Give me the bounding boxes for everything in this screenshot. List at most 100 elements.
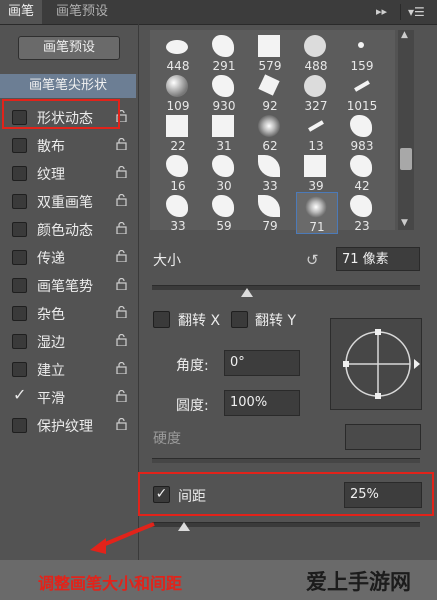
brush-tip-cell[interactable]: 33 — [250, 152, 290, 193]
lock-icon[interactable] — [116, 361, 127, 375]
brush-tip-cell[interactable]: 159 — [342, 32, 382, 73]
brush-tip-cell[interactable]: 109 — [158, 72, 198, 113]
flip-x-checkbox[interactable] — [153, 311, 170, 328]
option-row[interactable]: 颜色动态 — [0, 216, 136, 242]
brush-tip-cell[interactable]: 30 — [204, 152, 244, 193]
brush-tip-cell[interactable]: 62 — [250, 112, 290, 153]
brush-size-label: 33 — [170, 219, 186, 233]
brush-tip-grid: 448 291 579 488 159 109 930 92 327 1015 22 31 62 13 98… — [150, 30, 395, 234]
reset-icon[interactable]: ↺ — [306, 251, 319, 269]
brush-tip-cell[interactable]: 79 — [250, 192, 290, 233]
brush-tip-preview — [304, 75, 326, 97]
tab-divider — [400, 4, 401, 20]
brush-tip-cell[interactable]: 39 — [296, 152, 336, 193]
option-row[interactable]: 散布 — [0, 132, 136, 158]
lock-icon[interactable] — [116, 333, 127, 347]
option-label: 散布 — [37, 139, 65, 155]
brush-presets-button[interactable]: 画笔预设 — [18, 36, 120, 60]
brush-tip-cell[interactable]: 327 — [296, 72, 336, 113]
scroll-up-icon[interactable]: ▲ — [401, 30, 408, 40]
spacing-slider-track[interactable] — [152, 522, 420, 527]
brush-tip-cell[interactable]: 33 — [158, 192, 198, 233]
lock-icon[interactable] — [116, 389, 127, 403]
brush-tip-cell[interactable]: 31 — [204, 112, 244, 153]
brush-size-label: 448 — [166, 59, 190, 73]
option-row[interactable]: 保护纹理 — [0, 412, 136, 438]
brush-tip-preview — [212, 115, 234, 137]
brush-tip-cell[interactable]: 930 — [204, 72, 244, 113]
brush-tip-preview — [258, 35, 280, 57]
option-checkbox[interactable] — [12, 306, 27, 321]
double-chevron-right-icon[interactable]: ▸▸ — [376, 0, 387, 24]
brush-size-label: 30 — [216, 179, 232, 193]
lock-icon[interactable] — [116, 277, 127, 291]
brush-size-label: 16 — [170, 179, 186, 193]
lock-icon[interactable] — [116, 305, 127, 319]
spacing-checkbox[interactable]: ✓ — [153, 486, 170, 503]
lock-icon[interactable] — [116, 193, 127, 207]
brush-tip-preview — [258, 195, 280, 217]
size-slider-track[interactable] — [152, 285, 420, 290]
brush-tip-cell[interactable]: 42 — [342, 152, 382, 193]
brush-tip-cell[interactable]: 448 — [158, 32, 198, 73]
option-checkbox[interactable] — [12, 250, 27, 265]
bottom-caption-bar: 调整画笔大小和间距 爱上手游网 — [0, 560, 437, 600]
tab-brush[interactable]: 画笔 — [0, 0, 43, 24]
size-slider-thumb[interactable] — [241, 288, 253, 297]
brush-size-label: 930 — [212, 99, 236, 113]
option-row[interactable]: 传递 — [0, 244, 136, 270]
angle-input[interactable]: 0° — [224, 350, 300, 376]
brush-tip-cell[interactable]: 92 — [250, 72, 290, 113]
brush-tip-cell[interactable]: 291 — [204, 32, 244, 73]
option-checkbox[interactable] — [12, 334, 27, 349]
brush-tip-cell[interactable]: 13 — [296, 112, 336, 153]
lock-icon[interactable] — [116, 221, 127, 235]
brush-tip-cell[interactable]: 71 — [296, 192, 338, 234]
option-row[interactable]: 建立 — [0, 356, 136, 382]
lock-icon[interactable] — [116, 165, 127, 179]
angle-crosshair-icon — [343, 329, 420, 399]
option-checkbox[interactable] — [12, 362, 27, 377]
option-checkbox[interactable] — [12, 138, 27, 153]
brush-tip-cell[interactable]: 488 — [296, 32, 336, 73]
brush-angle-preview[interactable] — [330, 318, 422, 410]
spacing-slider-thumb[interactable] — [178, 522, 190, 531]
spacing-input[interactable]: 25% — [344, 482, 422, 508]
checkmark-icon[interactable]: ✓ — [13, 385, 26, 404]
angle-label: 角度: — [176, 358, 209, 374]
option-checkbox[interactable] — [12, 222, 27, 237]
lock-icon[interactable] — [116, 137, 127, 151]
option-row[interactable]: 杂色 — [0, 300, 136, 326]
brush-tip-preview — [212, 75, 234, 97]
size-input[interactable]: 71 像素 — [336, 247, 420, 271]
option-row[interactable]: 双重画笔 — [0, 188, 136, 214]
option-row[interactable]: 湿边 — [0, 328, 136, 354]
roundness-input[interactable]: 100% — [224, 390, 300, 416]
tab-brush-presets[interactable]: 画笔预设 — [48, 0, 116, 24]
brush-tip-cell[interactable]: 59 — [204, 192, 244, 233]
lock-icon[interactable] — [116, 417, 127, 431]
option-row[interactable]: 画笔笔势 — [0, 272, 136, 298]
brush-tip-preview — [212, 35, 234, 57]
option-checkbox[interactable] — [12, 166, 27, 181]
option-checkbox[interactable] — [12, 194, 27, 209]
brush-tip-shape-header[interactable]: 画笔笔尖形状 — [0, 74, 136, 98]
option-row[interactable]: 纹理 — [0, 160, 136, 186]
option-label: 平滑 — [37, 391, 65, 407]
brush-tip-cell[interactable]: 1015 — [342, 72, 382, 113]
brush-tip-cell[interactable]: 16 — [158, 152, 198, 193]
option-row[interactable]: ✓ 平滑 — [0, 384, 136, 410]
panel-menu-icon[interactable]: ▾☰ — [408, 0, 425, 24]
scroll-down-icon[interactable]: ▼ — [401, 218, 408, 228]
brush-grid-scrollbar[interactable]: ▲ ▼ — [398, 30, 414, 230]
option-label: 颜色动态 — [37, 223, 93, 239]
brush-tip-cell[interactable]: 23 — [342, 192, 382, 233]
flip-y-checkbox[interactable] — [231, 311, 248, 328]
brush-tip-cell[interactable]: 22 — [158, 112, 198, 153]
brush-tip-cell[interactable]: 983 — [342, 112, 382, 153]
lock-icon[interactable] — [116, 249, 127, 263]
option-checkbox[interactable] — [12, 278, 27, 293]
brush-tip-cell[interactable]: 579 — [250, 32, 290, 73]
scroll-thumb[interactable] — [400, 148, 412, 170]
option-checkbox[interactable] — [12, 418, 27, 433]
